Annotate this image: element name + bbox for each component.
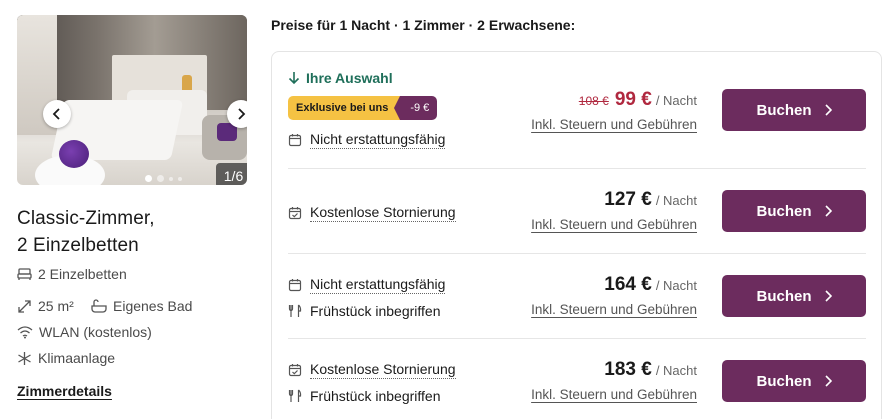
feature-bath-label: Eigenes Bad (113, 298, 193, 314)
feature-wifi: WLAN (kostenlos) (17, 324, 152, 340)
bathtub-icon (91, 298, 107, 313)
room-title-line: 2 Einzelbetten (17, 235, 139, 256)
carousel-dot[interactable] (145, 175, 152, 182)
carousel-dots (145, 175, 182, 182)
current-price: 99 € (614, 89, 652, 110)
offer-price: 183 € / Nacht (604, 359, 697, 381)
feature-size: 25 m² (17, 298, 74, 314)
old-price: 108 € (578, 94, 609, 108)
previous-photo-button[interactable] (43, 100, 71, 128)
row-divider (288, 253, 866, 254)
photo-counter: 1/6 (216, 163, 247, 185)
price-unit: / Nacht (655, 193, 697, 208)
carousel-dot[interactable] (169, 176, 173, 181)
book-button-label: Buchen (756, 202, 812, 220)
book-button[interactable]: Buchen (722, 190, 866, 232)
current-price: 164 € (604, 274, 652, 295)
policy-label: Nicht erstattungsfähig (310, 131, 446, 149)
feature-beds: 2 Einzelbetten (17, 266, 127, 282)
chevron-right-icon (238, 108, 246, 120)
offer-policy[interactable]: Kostenlose Stornierung (288, 361, 456, 379)
offer-meal: Frühstück inbegriffen (288, 303, 440, 319)
policy-label: Nicht erstattungsfähig (310, 276, 446, 294)
next-photo-button[interactable] (227, 100, 247, 128)
book-button[interactable]: Buchen (722, 275, 866, 317)
offer-policy[interactable]: Nicht erstattungsfähig (288, 131, 446, 149)
chevron-right-icon (824, 104, 832, 116)
calendar-check-icon (288, 207, 302, 220)
tax-info-link[interactable]: Inkl. Steuern und Gebühren (531, 387, 697, 402)
offer-price: 127 € / Nacht (604, 189, 697, 211)
fork-knife-icon (288, 304, 302, 317)
policy-label: Kostenlose Stornierung (310, 361, 456, 379)
row-divider (288, 168, 866, 169)
calendar-check-icon (288, 364, 302, 377)
feature-beds-label: 2 Einzelbetten (38, 266, 127, 282)
price-unit: / Nacht (655, 363, 697, 378)
book-button[interactable]: Buchen (722, 360, 866, 402)
prices-heading: Preise für 1 Nacht · 1 Zimmer · 2 Erwach… (271, 17, 576, 33)
carousel-dot[interactable] (178, 176, 182, 181)
policy-label: Kostenlose Stornierung (310, 204, 456, 222)
row-divider (288, 338, 866, 339)
selection-indicator: Ihre Auswahl (288, 70, 393, 86)
meal-label: Frühstück inbegriffen (310, 388, 441, 404)
offer-price: 108 € 99 € / Nacht (579, 89, 697, 111)
feature-wifi-label: WLAN (kostenlos) (39, 324, 152, 340)
current-price: 127 € (604, 189, 652, 210)
book-button-label: Buchen (756, 287, 812, 305)
chevron-right-icon (824, 290, 832, 302)
offer-price: 164 € / Nacht (604, 274, 697, 296)
promo-label: Exklusive bei uns (288, 96, 401, 120)
book-button-label: Buchen (756, 372, 812, 390)
feature-size-label: 25 m² (38, 298, 74, 314)
promo-discount: -9 € (394, 96, 438, 120)
feature-bath: Eigenes Bad (91, 298, 192, 314)
room-photo-carousel[interactable]: 1/6 (17, 15, 247, 185)
price-unit: / Nacht (655, 278, 697, 293)
selection-label: Ihre Auswahl (306, 70, 393, 86)
photo-flower (59, 140, 89, 168)
calendar-icon (288, 134, 302, 147)
offer-policy[interactable]: Nicht erstattungsfähig (288, 276, 446, 294)
book-button-label: Buchen (756, 101, 812, 119)
price-unit: / Nacht (655, 93, 697, 108)
book-button[interactable]: Buchen (722, 89, 866, 131)
feature-ac-label: Klimaanlage (38, 350, 116, 366)
snowflake-icon (18, 351, 31, 365)
tax-info-link[interactable]: Inkl. Steuern und Gebühren (531, 302, 697, 317)
tax-info-link[interactable]: Inkl. Steuern und Gebühren (531, 217, 697, 232)
fork-knife-icon (288, 389, 302, 402)
room-details-link[interactable]: Zimmerdetails (17, 383, 112, 399)
room-title: Classic-Zimmer, 2 Einzelbetten (17, 205, 257, 259)
carousel-dot[interactable] (157, 175, 164, 182)
feature-ac: Klimaanlage (17, 350, 115, 366)
room-title-line: Classic-Zimmer, (17, 208, 155, 229)
promo-badge: Exklusive bei uns -9 € (288, 96, 438, 120)
offer-policy[interactable]: Kostenlose Stornierung (288, 204, 456, 222)
chevron-right-icon (824, 375, 832, 387)
resize-arrows-icon (18, 299, 31, 313)
current-price: 183 € (604, 359, 652, 380)
meal-label: Frühstück inbegriffen (310, 303, 441, 319)
offer-meal: Frühstück inbegriffen (288, 388, 440, 404)
wifi-icon (17, 326, 33, 339)
chevron-left-icon (52, 108, 60, 120)
calendar-icon (288, 279, 302, 292)
arrow-down-icon (288, 72, 300, 85)
bed-icon (17, 268, 32, 280)
tax-info-link[interactable]: Inkl. Steuern und Gebühren (531, 117, 697, 132)
chevron-right-icon (824, 205, 832, 217)
